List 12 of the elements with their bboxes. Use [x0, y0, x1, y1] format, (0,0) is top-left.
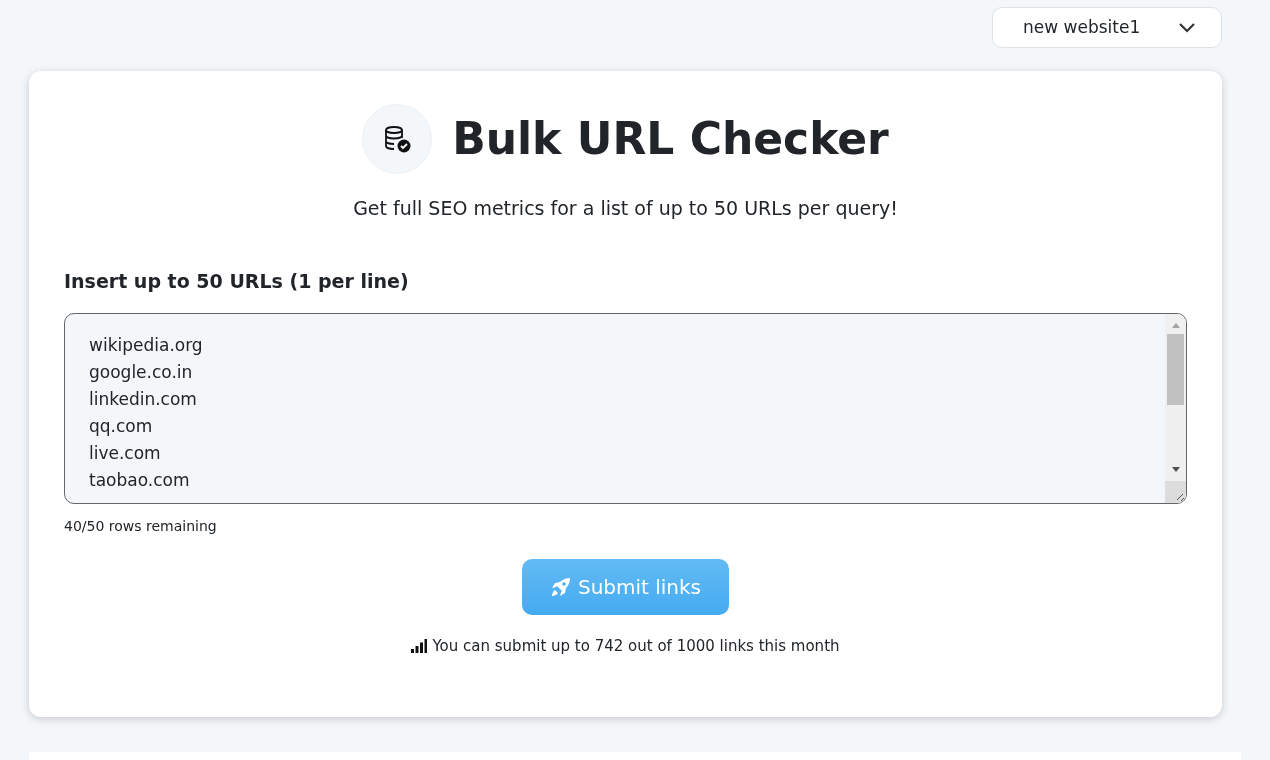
project-dropdown[interactable]: new website1 — [992, 7, 1222, 48]
rocket-icon — [549, 576, 572, 598]
quota-text: You can submit up to 742 out of 1000 links this month — [432, 636, 840, 657]
resize-handle-icon[interactable] — [1165, 481, 1186, 503]
bar-chart-icon — [411, 639, 428, 654]
url-textarea[interactable]: wikipedia.org google.co.in linkedin.com qq.com live.com taobao.com — [64, 313, 1187, 504]
rows-remaining-text: 40/50 rows remaining — [64, 517, 218, 536]
scrollbar[interactable] — [1165, 314, 1186, 503]
chevron-down-icon — [1179, 22, 1195, 33]
input-label: Insert up to 50 URLs (1 per line) — [64, 268, 410, 294]
page-title: Bulk URL Checker — [452, 112, 889, 166]
page-subtitle: Get full SEO metrics for a list of up to 50 URLs per query! — [352, 196, 899, 221]
